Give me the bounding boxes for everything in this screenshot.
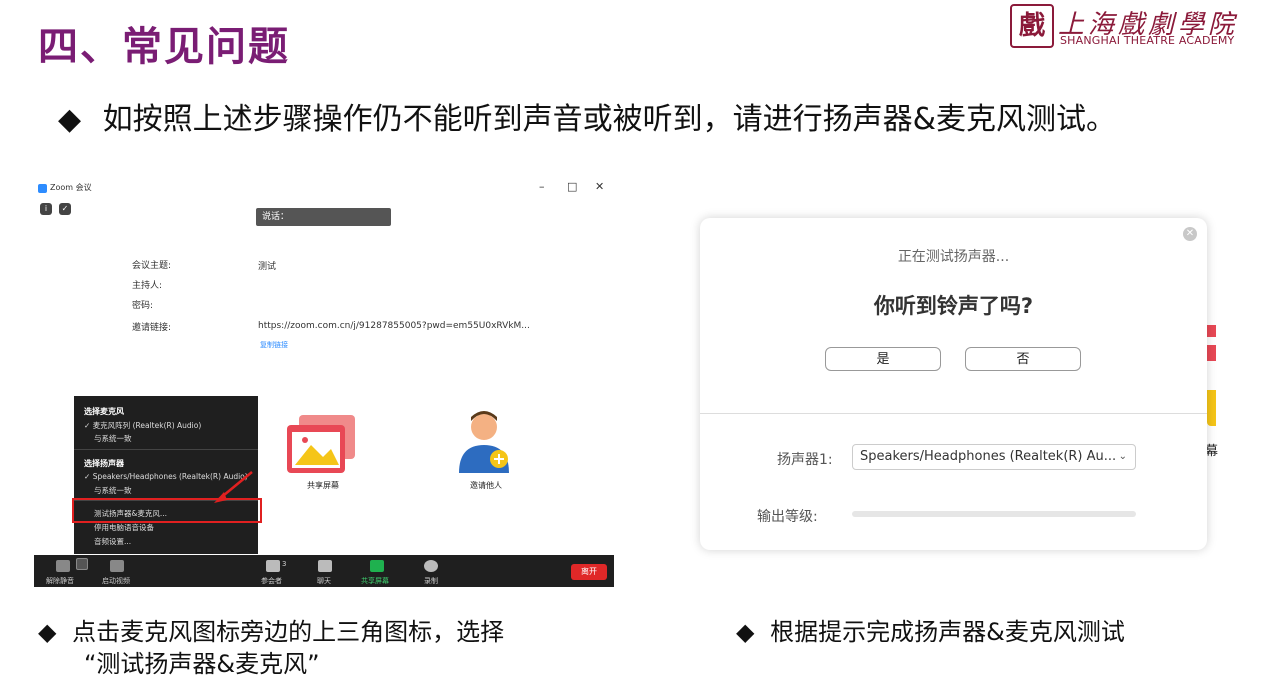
- audio-options-chevron-icon[interactable]: [76, 558, 88, 570]
- background-fragment: [1207, 325, 1216, 337]
- shield-icon[interactable]: ✓: [59, 203, 71, 215]
- dialog-close-icon[interactable]: ✕: [1183, 227, 1197, 241]
- close-button[interactable]: ✕: [595, 180, 604, 193]
- note-left-line2: “测试扬声器&麦克风”: [84, 650, 320, 678]
- logo-seal: 戲: [1010, 4, 1054, 48]
- video-off-icon[interactable]: [110, 560, 124, 572]
- yes-button[interactable]: 是: [825, 347, 941, 371]
- start-video-button[interactable]: 启动视频: [102, 576, 130, 586]
- host-label: 主持人:: [132, 281, 163, 291]
- dialog-question: 你听到铃声了吗?: [873, 294, 1034, 318]
- participants-count: 3: [282, 560, 287, 568]
- leave-button[interactable]: 离开: [571, 564, 607, 580]
- dialog-divider: [700, 413, 1207, 414]
- menu-item-audio-settings[interactable]: 音频设置...: [94, 536, 131, 547]
- participants-icon[interactable]: [266, 560, 280, 572]
- copy-link-button[interactable]: 复制链接: [260, 340, 288, 350]
- dialog-subtitle: 正在测试扬声器...: [897, 249, 1010, 265]
- maximize-button[interactable]: □: [567, 180, 577, 193]
- academy-logo: 戲 上海戲劇學院 SHANGHAI THEATRE ACADEMY: [1010, 4, 1260, 50]
- speaker-select[interactable]: Speakers/Headphones (Realtek(R) Au... ⌄: [852, 444, 1136, 470]
- pointer-arrow-icon: [214, 471, 253, 503]
- main-instruction-text: 如按照上述步骤操作仍不能听到声音或被听到，请进行扬声器&麦克风测试。: [102, 102, 1117, 137]
- meeting-toolbar: 解除静音 启动视频 3 参会者 聊天 共享屏幕 录制 离开: [34, 555, 614, 587]
- note-right-text: 根据提示完成扬声器&麦克风测试: [770, 618, 1125, 646]
- window-titlebar: Zoom 会议 – □ ✕: [34, 178, 614, 200]
- bullet-diamond-icon: ◆: [58, 102, 82, 137]
- chat-icon[interactable]: [318, 560, 332, 572]
- share-screen-label: 共享屏幕: [307, 481, 339, 490]
- note-left: ◆ 点击麦克风图标旁边的上三角图标，选择: [38, 612, 504, 647]
- chat-button[interactable]: 聊天: [317, 576, 331, 586]
- topic-value: 测试: [258, 262, 277, 272]
- note-right: ◆ 根据提示完成扬声器&麦克风测试: [736, 612, 1125, 647]
- background-fragment: [1207, 390, 1216, 426]
- menu-divider: [74, 449, 258, 450]
- mic-option-label: 麦克风阵列 (Realtek(R) Audio): [92, 421, 202, 430]
- invite-label: 邀请他人: [470, 481, 502, 490]
- zoom-logo-icon: [38, 184, 47, 193]
- menu-item-mic-system[interactable]: 与系统一致: [94, 433, 132, 444]
- main-instruction: ◆ 如按照上述步骤操作仍不能听到声音或被听到，请进行扬声器&麦克风测试。: [58, 94, 1116, 138]
- invite-link-value[interactable]: https://zoom.com.cn/j/91287855005?pwd=em…: [258, 321, 530, 331]
- no-button[interactable]: 否: [965, 347, 1081, 371]
- minimize-button[interactable]: –: [539, 180, 545, 193]
- mic-header: 选择麦克风: [84, 407, 124, 416]
- unmute-button[interactable]: 解除静音: [46, 576, 74, 586]
- share-button[interactable]: 共享屏幕: [361, 576, 389, 586]
- bullet-diamond-icon: ◆: [736, 618, 755, 646]
- mic-muted-icon[interactable]: [56, 560, 70, 572]
- speaking-indicator: 说话：: [256, 208, 391, 226]
- speaker-header: 选择扬声器: [84, 459, 124, 468]
- note-left-line1: 点击麦克风图标旁边的上三角图标，选择: [72, 618, 505, 646]
- speaker-label: 扬声器1:: [777, 452, 833, 468]
- background-fragment: [1207, 345, 1216, 361]
- topic-label: 会议主题:: [132, 261, 172, 271]
- check-icon: ✓: [84, 472, 91, 481]
- speaker-test-dialog: ✕ 正在测试扬声器... 你听到铃声了吗? 是 否 扬声器1: Speakers…: [700, 218, 1207, 550]
- record-button[interactable]: 录制: [424, 576, 438, 586]
- record-icon[interactable]: [424, 560, 438, 572]
- menu-item-mic-array[interactable]: ✓ 麦克风阵列 (Realtek(R) Audio): [84, 420, 201, 431]
- speaker-select-value: Speakers/Headphones (Realtek(R) Au...: [860, 449, 1117, 464]
- slide-title: 四、常见问题: [38, 24, 290, 70]
- logo-english-name: SHANGHAI THEATRE ACADEMY: [1060, 34, 1235, 47]
- invite-link-label: 邀请链接:: [132, 323, 172, 333]
- password-label: 密码:: [132, 301, 154, 311]
- bullet-diamond-icon: ◆: [38, 618, 57, 646]
- invite-icon[interactable]: [457, 411, 513, 479]
- share-screen-icon[interactable]: [287, 415, 357, 481]
- zoom-meeting-window: Zoom 会议 – □ ✕ i ✓ 说话： 会议主题: 测试 主持人: 密码: …: [34, 178, 614, 587]
- window-title: Zoom 会议: [50, 183, 92, 192]
- share-icon[interactable]: [370, 560, 384, 572]
- participants-button[interactable]: 参会者: [261, 576, 282, 586]
- menu-item-leave-audio[interactable]: 停用电脑语音设备: [94, 522, 154, 533]
- info-icon[interactable]: i: [40, 203, 52, 215]
- check-icon: ✓: [84, 421, 91, 430]
- menu-item-speaker-system[interactable]: 与系统一致: [94, 485, 132, 496]
- output-level-label: 输出等级:: [757, 509, 818, 525]
- output-level-meter: [852, 511, 1136, 517]
- chevron-down-icon: ⌄: [1118, 451, 1127, 462]
